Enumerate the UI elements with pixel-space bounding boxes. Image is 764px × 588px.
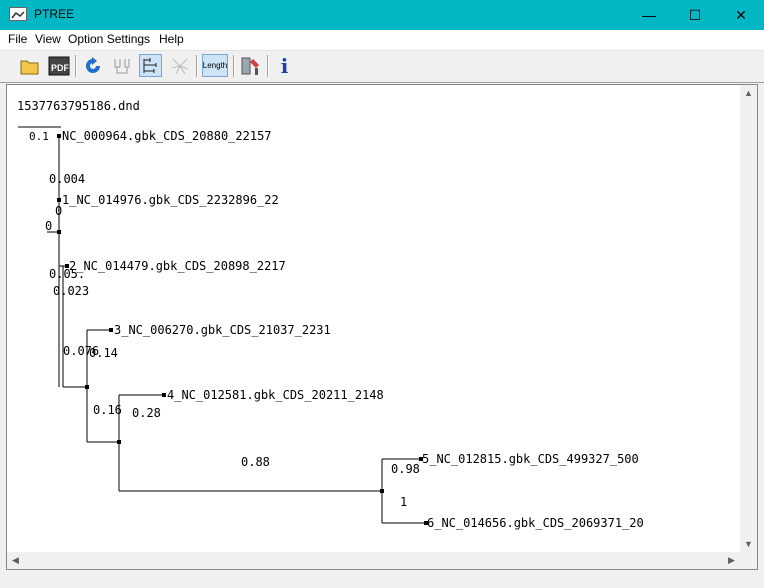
close-button[interactable]: ✕ xyxy=(718,0,764,30)
vertical-scrollbar[interactable]: ▲ ▼ xyxy=(740,85,757,553)
scroll-down-icon[interactable]: ▼ xyxy=(740,536,757,553)
radial-tree-icon[interactable] xyxy=(168,54,191,77)
window-title: PTREE xyxy=(34,7,75,21)
leaf-label: 5_NC_012815.gbk_CDS_499327_500 xyxy=(422,452,639,466)
branch-label: 0.88 xyxy=(241,455,270,469)
toolbar-separator xyxy=(75,55,77,77)
leaf-label: 6_NC_014656.gbk_CDS_2069371_20 xyxy=(427,516,644,530)
scroll-left-icon[interactable]: ◀ xyxy=(7,552,24,569)
tree-diagram: 1537763795186.dnd 0.1 NC_000964.gbk_CDS_… xyxy=(17,99,644,530)
menu-view[interactable]: View xyxy=(35,32,61,46)
app-window: PTREE — ☐ ✕ File View Option Settings He… xyxy=(0,0,764,588)
pdf-icon[interactable]: PDF xyxy=(47,54,70,77)
refresh-icon[interactable] xyxy=(81,54,104,77)
open-folder-icon[interactable] xyxy=(18,54,41,77)
info-label: i xyxy=(280,53,289,78)
branch-label: 0.05. xyxy=(49,267,85,281)
scroll-right-icon[interactable]: ▶ xyxy=(723,552,740,569)
leaf-label: 1_NC_014976.gbk_CDS_2232896_22 xyxy=(62,193,279,207)
branch-label: 0.14 xyxy=(89,346,118,360)
leaf-label: 2_NC_014479.gbk_CDS_20898_2217 xyxy=(69,259,286,273)
scroll-up-icon[interactable]: ▲ xyxy=(740,85,757,102)
pdf-label: PDF xyxy=(51,63,70,73)
branch-label: 0.28 xyxy=(132,406,161,420)
minimize-button[interactable]: — xyxy=(626,0,672,30)
toolbar: PDF Length i xyxy=(0,51,764,83)
branch-label: 0.98 xyxy=(391,462,420,476)
rectangular-tree-icon[interactable] xyxy=(139,54,162,77)
toolbar-separator xyxy=(267,55,269,77)
branch-label: 0.16 xyxy=(93,403,122,417)
length-label: Length xyxy=(202,61,228,70)
menu-help[interactable]: Help xyxy=(159,32,184,46)
branch-label: 0.023 xyxy=(53,284,89,298)
leaf-label: 3_NC_006270.gbk_CDS_21037_2231 xyxy=(114,323,331,337)
title-bar[interactable]: PTREE — ☐ ✕ xyxy=(0,0,764,30)
app-icon xyxy=(9,7,27,21)
branch-label: 1 xyxy=(400,495,407,509)
menu-file[interactable]: File xyxy=(8,32,27,46)
branch-label: 0 xyxy=(45,219,52,233)
settings-icon[interactable] xyxy=(239,54,262,77)
info-icon[interactable]: i xyxy=(273,53,296,78)
tree-canvas[interactable]: 1537763795186.dnd 0.1 NC_000964.gbk_CDS_… xyxy=(6,84,758,570)
maximize-button[interactable]: ☐ xyxy=(672,0,718,30)
toolbar-separator xyxy=(196,55,198,77)
toolbar-separator xyxy=(233,55,235,77)
horizontal-scrollbar[interactable]: ◀ ▶ xyxy=(7,552,740,569)
scrollbar-corner xyxy=(740,552,757,569)
branch-label: 0 xyxy=(55,204,62,218)
length-button[interactable]: Length xyxy=(202,54,228,77)
leaf-label: 4_NC_012581.gbk_CDS_20211_2148 xyxy=(167,388,384,402)
branch-label: 0.004 xyxy=(49,172,85,186)
menu-bar: File View Option Settings Help xyxy=(0,30,764,51)
menu-option-settings[interactable]: Option Settings xyxy=(68,32,150,46)
tree-icon[interactable] xyxy=(110,54,133,77)
leaf-label: NC_000964.gbk_CDS_20880_22157 xyxy=(62,129,272,143)
tree-filename: 1537763795186.dnd xyxy=(17,99,140,113)
scale-label: 0.1 xyxy=(29,130,49,143)
